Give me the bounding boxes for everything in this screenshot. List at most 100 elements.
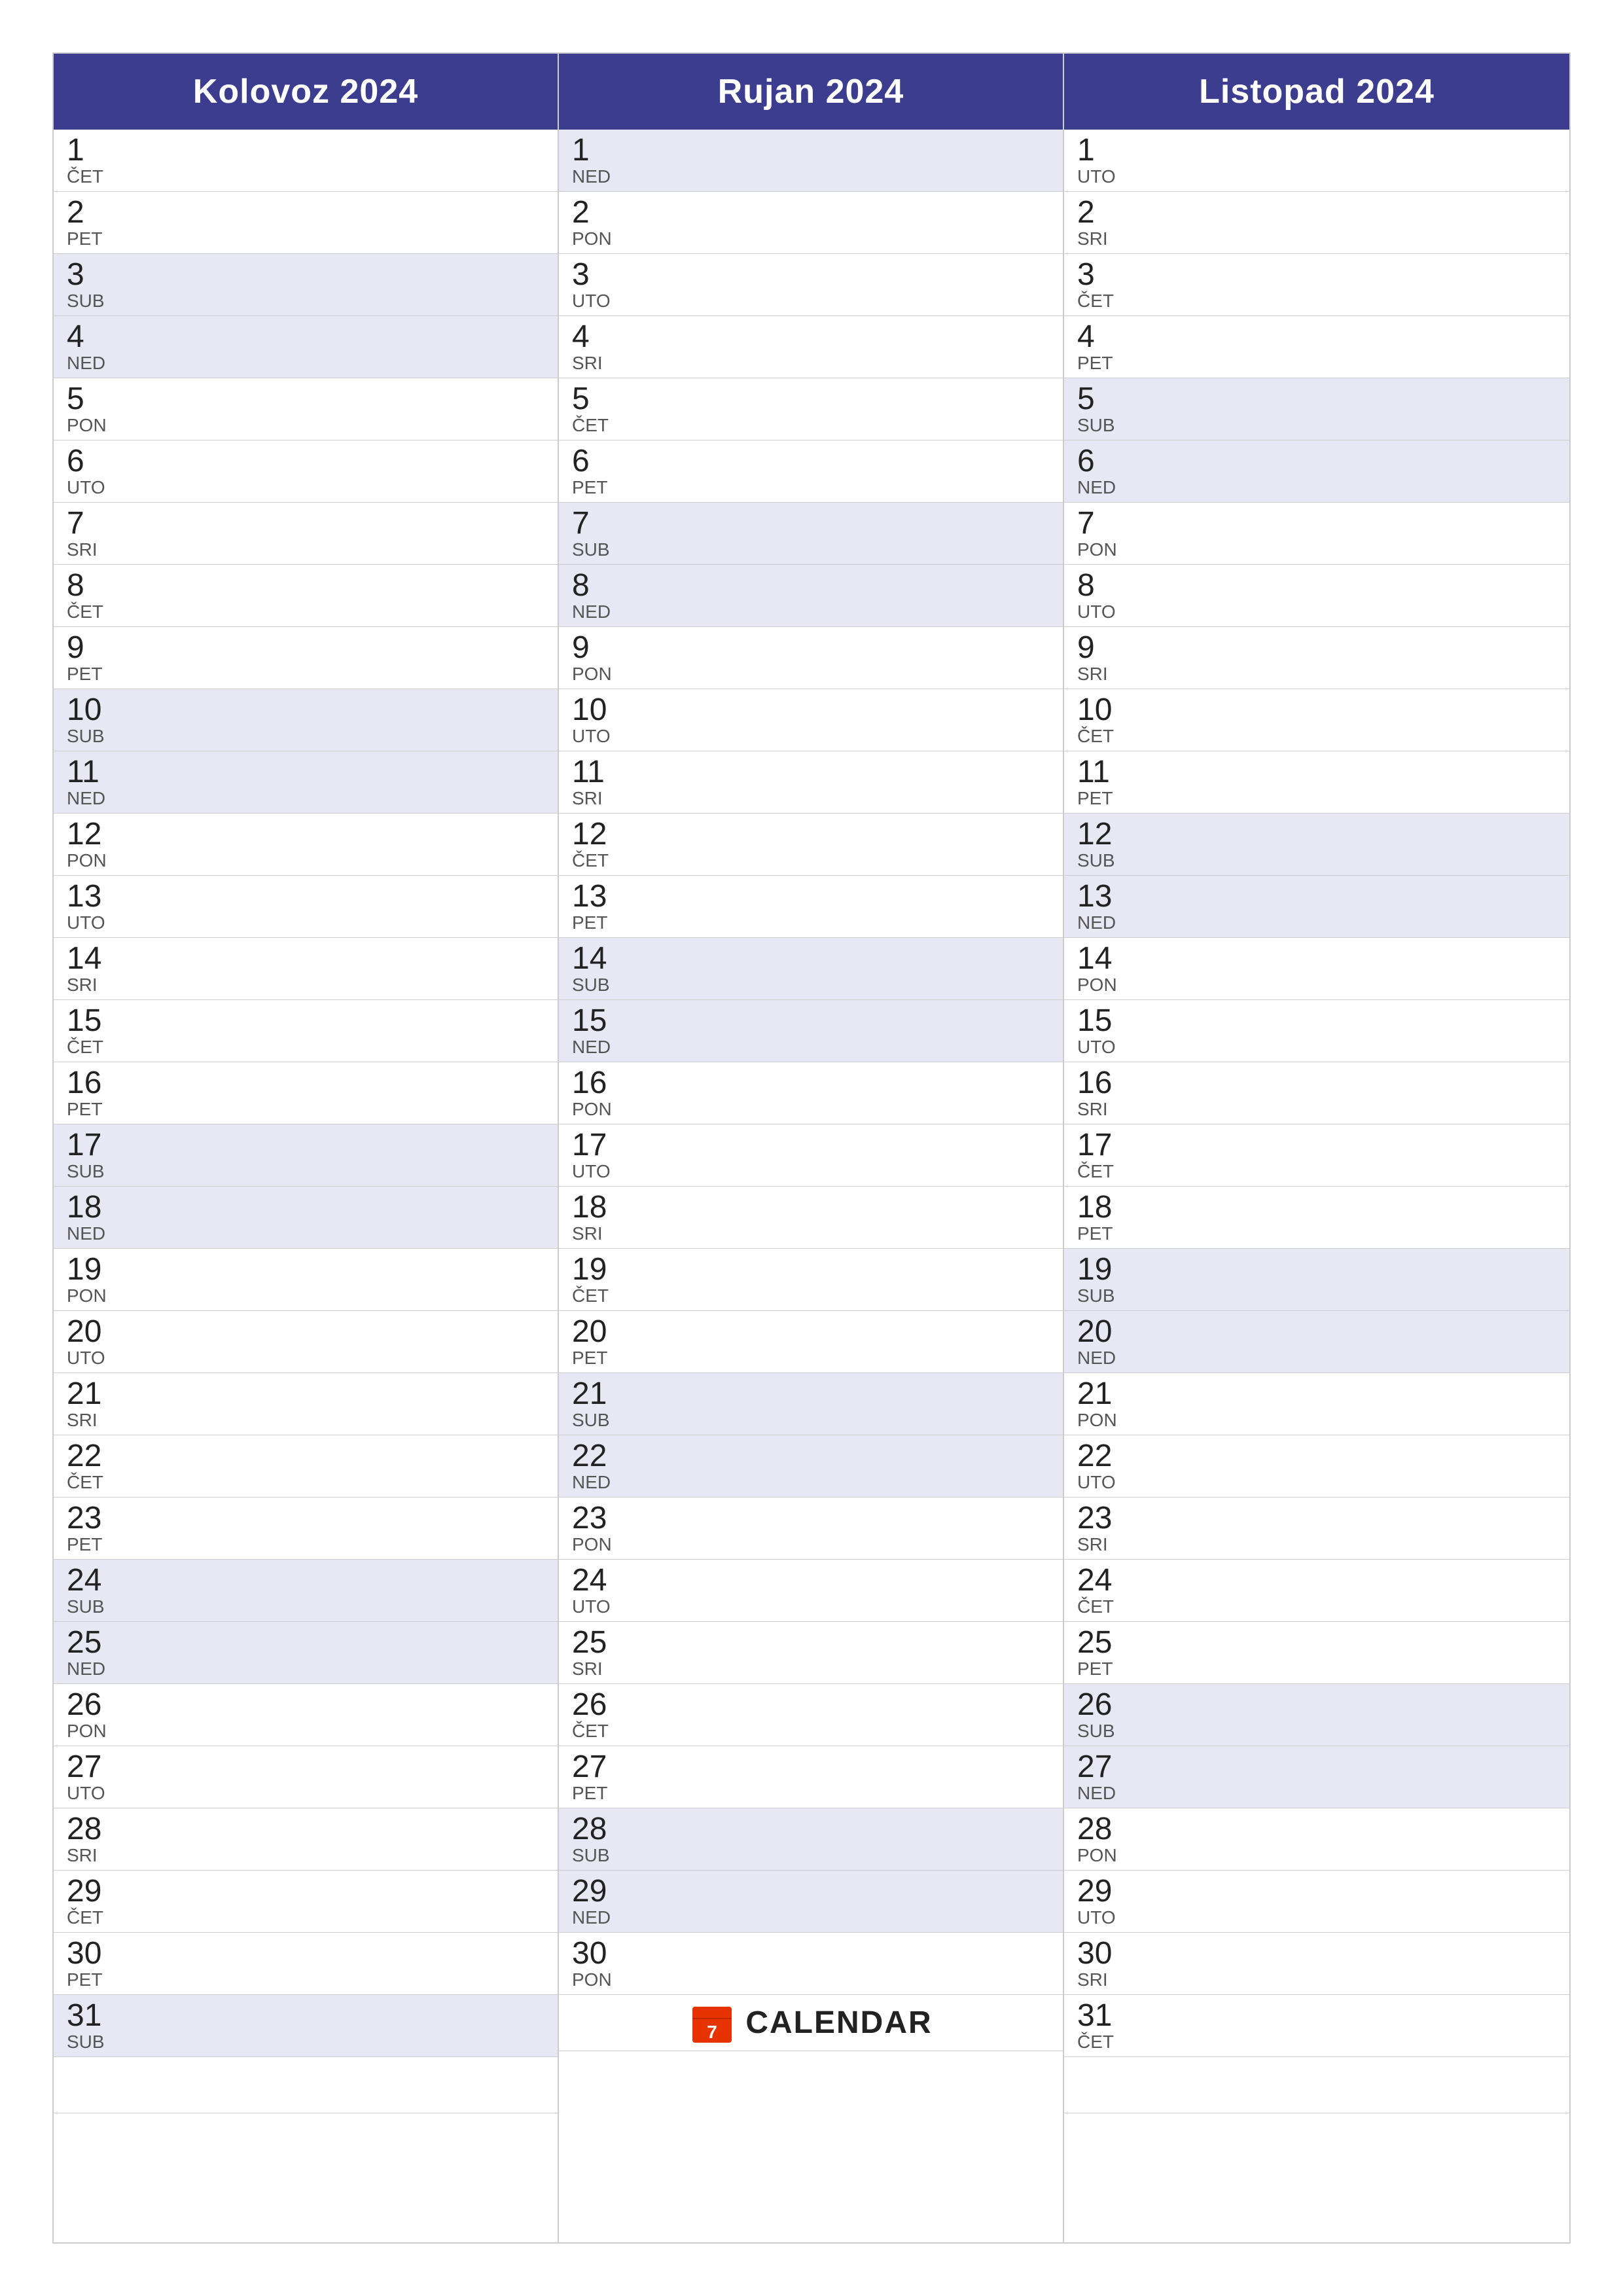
day-name: NED xyxy=(67,354,119,372)
day-info: 6PET xyxy=(572,446,624,497)
day-row: 7SUB xyxy=(559,503,1063,565)
month-header-0: Kolovoz 2024 xyxy=(54,54,558,130)
day-name: PET xyxy=(572,914,624,932)
day-name: PON xyxy=(1077,1846,1130,1865)
day-info: 18PET xyxy=(1077,1192,1130,1243)
day-name: SUB xyxy=(1077,416,1130,435)
svg-text:7: 7 xyxy=(707,2022,718,2042)
day-number: 13 xyxy=(572,881,624,912)
day-info: 20UTO xyxy=(67,1316,119,1367)
day-row: 3SUB xyxy=(54,254,558,316)
day-row: 15NED xyxy=(559,1000,1063,1062)
day-name: PON xyxy=(1077,541,1130,559)
day-name: NED xyxy=(67,1225,119,1243)
day-row: 3UTO xyxy=(559,254,1063,316)
day-info: 12ČET xyxy=(572,819,624,870)
empty-row xyxy=(54,2057,558,2113)
day-number: 1 xyxy=(1077,135,1130,166)
day-row: 17UTO xyxy=(559,1124,1063,1187)
day-info: 13UTO xyxy=(67,881,119,932)
day-row: 12SUB xyxy=(1064,814,1569,876)
day-number: 3 xyxy=(67,259,119,291)
day-row: 2PON xyxy=(559,192,1063,254)
day-row: 19PON xyxy=(54,1249,558,1311)
day-name: SRI xyxy=(572,1225,624,1243)
day-number: 15 xyxy=(67,1005,119,1037)
day-row: 19ČET xyxy=(559,1249,1063,1311)
day-name: PET xyxy=(1077,1660,1130,1678)
day-name: PON xyxy=(1077,976,1130,994)
day-name: PON xyxy=(67,852,119,870)
day-row: 15ČET xyxy=(54,1000,558,1062)
day-name: SRI xyxy=(67,541,119,559)
day-row: 4SRI xyxy=(559,316,1063,378)
day-number: 21 xyxy=(67,1378,119,1410)
day-info: 8NED xyxy=(572,570,624,621)
day-name: ČET xyxy=(572,852,624,870)
day-info: 23PON xyxy=(572,1503,624,1554)
day-number: 2 xyxy=(67,197,119,228)
day-info: 22NED xyxy=(572,1441,624,1492)
day-info: 24UTO xyxy=(572,1565,624,1616)
day-number: 27 xyxy=(1077,1751,1130,1783)
day-name: NED xyxy=(572,603,624,621)
day-row: 22UTO xyxy=(1064,1435,1569,1498)
day-number: 31 xyxy=(67,2000,119,2032)
day-info: 4SRI xyxy=(572,321,624,372)
day-info: 14PON xyxy=(1077,943,1130,994)
day-row: 6UTO xyxy=(54,440,558,503)
day-row: 29NED xyxy=(559,1871,1063,1933)
day-row: 30SRI xyxy=(1064,1933,1569,1995)
day-row: 29UTO xyxy=(1064,1871,1569,1933)
day-name: SUB xyxy=(1077,852,1130,870)
day-info: 27PET xyxy=(572,1751,624,1803)
day-row: 7 SRI xyxy=(54,503,558,565)
day-info: 24ČET xyxy=(1077,1565,1130,1616)
day-row: 25PET xyxy=(1064,1622,1569,1684)
day-number: 27 xyxy=(572,1751,624,1783)
day-row: 18NED xyxy=(54,1187,558,1249)
day-number: 29 xyxy=(572,1876,624,1907)
day-number: 23 xyxy=(572,1503,624,1534)
day-number: 2 xyxy=(1077,197,1130,228)
day-name: SUB xyxy=(572,1411,624,1429)
day-row: 9PON xyxy=(559,627,1063,689)
day-row: 31SUB xyxy=(54,1995,558,2057)
day-row: 27NED xyxy=(1064,1746,1569,1808)
logo-area: 7CALENDAR xyxy=(689,2000,932,2046)
day-number: 30 xyxy=(67,1938,119,1969)
day-number: 9 xyxy=(572,632,624,664)
day-name: SRI xyxy=(1077,1535,1130,1554)
day-number: 28 xyxy=(1077,1814,1130,1845)
day-info: 9PET xyxy=(67,632,119,683)
day-number: 18 xyxy=(572,1192,624,1223)
day-name: PON xyxy=(67,1287,119,1305)
day-row: 16PON xyxy=(559,1062,1063,1124)
day-number: 24 xyxy=(67,1565,119,1596)
day-row: 8ČET xyxy=(54,565,558,627)
day-name: ČET xyxy=(67,1473,119,1492)
day-name: SUB xyxy=(572,541,624,559)
day-number: 26 xyxy=(572,1689,624,1721)
day-number: 7 xyxy=(67,508,119,539)
day-name: SUB xyxy=(67,2033,119,2051)
day-name: NED xyxy=(1077,478,1130,497)
day-number: 11 xyxy=(1077,757,1130,788)
day-number: 9 xyxy=(67,632,119,664)
day-info: 2PET xyxy=(67,197,119,248)
day-info: 9PON xyxy=(572,632,624,683)
day-name: PET xyxy=(572,1349,624,1367)
calendar-logo-icon: 7 xyxy=(689,2000,735,2046)
day-name: PET xyxy=(67,1100,119,1119)
month-col-1: Rujan 20241NED2PON3UTO4SRI5ČET6PET7SUB8N… xyxy=(559,54,1064,2242)
day-info: 29NED xyxy=(572,1876,624,1927)
day-info: 13 PET xyxy=(572,881,624,932)
day-name: PET xyxy=(572,1784,624,1803)
day-number: 28 xyxy=(572,1814,624,1845)
day-info: 7 SRI xyxy=(67,508,119,559)
day-info: 13NED xyxy=(1077,881,1130,932)
day-number: 15 xyxy=(1077,1005,1130,1037)
page: Kolovoz 20241ČET2PET3SUB4NED5PON6UTO7SRI… xyxy=(0,0,1623,2296)
day-number: 24 xyxy=(1077,1565,1130,1596)
day-number: 20 xyxy=(67,1316,119,1348)
